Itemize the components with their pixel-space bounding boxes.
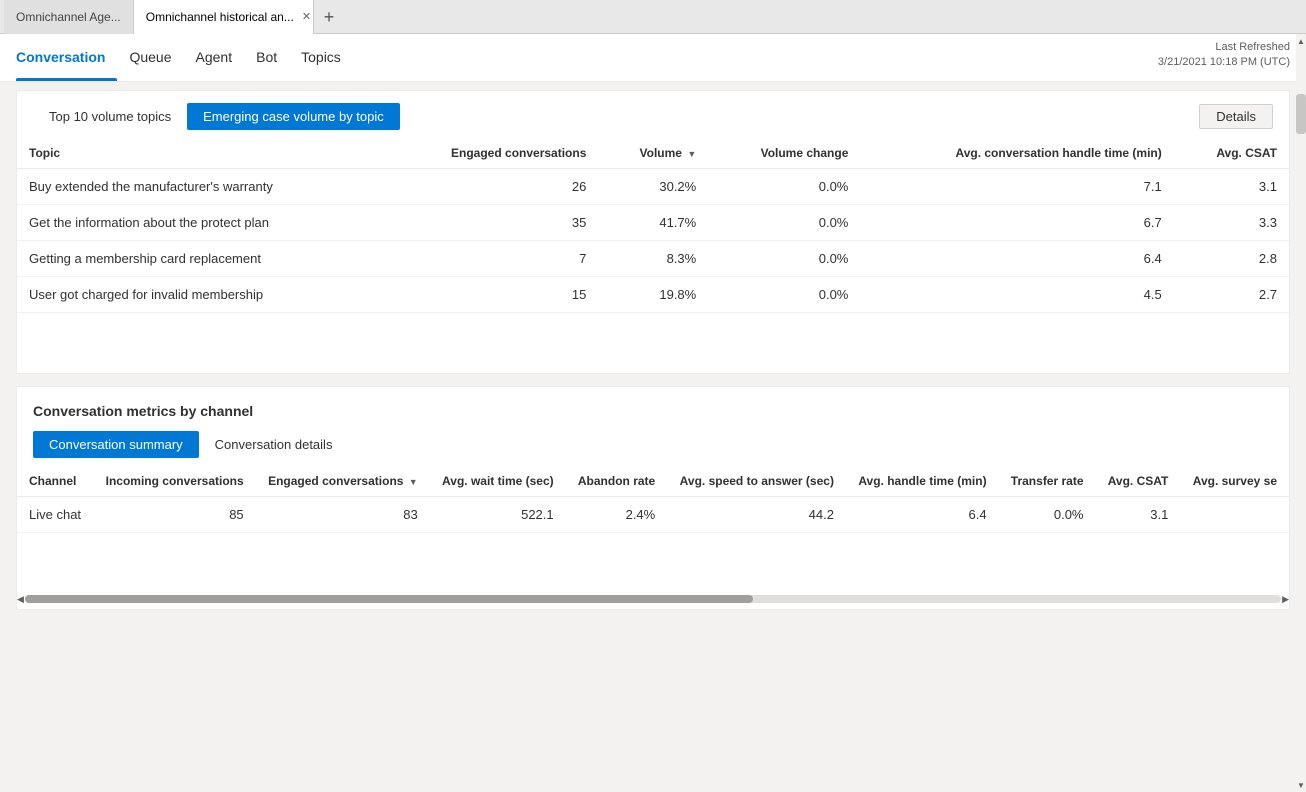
cell-engaged: 83 xyxy=(256,497,430,533)
cell-csat: 3.1 xyxy=(1096,497,1181,533)
main-area: Top 10 volume topics Emerging case volum… xyxy=(0,82,1306,792)
col-topic: Topic xyxy=(17,138,382,169)
cell-volume-change: 0.0% xyxy=(708,241,860,277)
mcol-speed: Avg. speed to answer (sec) xyxy=(667,466,846,497)
metrics-section-header: Conversation metrics by channel xyxy=(17,387,1289,423)
scroll-down-arrow[interactable]: ▼ xyxy=(1296,778,1306,792)
cell-volume-change: 0.0% xyxy=(708,205,860,241)
cell-handle: 6.4 xyxy=(846,497,999,533)
cell-engaged: 15 xyxy=(382,277,599,313)
right-scrollbar[interactable]: ▲ ▼ xyxy=(1296,34,1306,792)
cell-avg-handle: 4.5 xyxy=(860,277,1173,313)
cell-topic: Get the information about the protect pl… xyxy=(17,205,382,241)
last-refreshed-label: Last Refreshed xyxy=(1158,40,1290,55)
cell-avg-wait: 522.1 xyxy=(430,497,566,533)
browser-tabs: Omnichannel Age... Omnichannel historica… xyxy=(0,0,1306,34)
cell-avg-handle: 6.7 xyxy=(860,205,1173,241)
cell-survey xyxy=(1180,497,1289,533)
col-engaged: Engaged conversations xyxy=(382,138,599,169)
table-row: Getting a membership card replacement 7 … xyxy=(17,241,1289,277)
nav-item-bot[interactable]: Bot xyxy=(244,33,289,81)
details-button[interactable]: Details xyxy=(1199,104,1273,129)
mcol-incoming: Incoming conversations xyxy=(93,466,255,497)
scroll-left-arrow[interactable]: ◀ xyxy=(17,593,24,605)
nav-item-conversation[interactable]: Conversation xyxy=(16,33,117,81)
col-avg-handle: Avg. conversation handle time (min) xyxy=(860,138,1173,169)
table-row: User got charged for invalid membership … xyxy=(17,277,1289,313)
cell-transfer: 0.0% xyxy=(999,497,1096,533)
cell-engaged: 7 xyxy=(382,241,599,277)
cell-volume: 30.2% xyxy=(598,169,708,205)
engaged-sort-icon: ▼ xyxy=(409,477,418,487)
cell-avg-csat: 2.8 xyxy=(1174,241,1289,277)
last-refreshed: Last Refreshed 3/21/2021 10:18 PM (UTC) xyxy=(1158,40,1290,71)
cell-avg-handle: 6.4 xyxy=(860,241,1173,277)
page-wrapper: Omnichannel Age... Omnichannel historica… xyxy=(0,0,1306,792)
table-row: Buy extended the manufacturer's warranty… xyxy=(17,169,1289,205)
cell-volume: 19.8% xyxy=(598,277,708,313)
scroll-up-arrow[interactable]: ▲ xyxy=(1296,34,1306,48)
bottom-scrollbar-container[interactable]: ◀ ▶ xyxy=(17,593,1289,605)
cell-topic: Getting a membership card replacement xyxy=(17,241,382,277)
scroll-thumb[interactable] xyxy=(1296,94,1306,134)
nav-item-queue[interactable]: Queue xyxy=(117,33,183,81)
tab-emerging[interactable]: Emerging case volume by topic xyxy=(187,103,400,130)
tab-details[interactable]: Conversation details xyxy=(199,431,349,458)
mcol-abandon: Abandon rate xyxy=(566,466,668,497)
table-row: Get the information about the protect pl… xyxy=(17,205,1289,241)
cell-volume-change: 0.0% xyxy=(708,277,860,313)
tab-label-2: Omnichannel historical an... xyxy=(146,10,294,24)
tab-summary[interactable]: Conversation summary xyxy=(33,431,199,458)
browser-tab-1[interactable]: Omnichannel Age... xyxy=(4,0,134,34)
topics-card-tabs: Top 10 volume topics Emerging case volum… xyxy=(17,91,1289,138)
mcol-avg-wait: Avg. wait time (sec) xyxy=(430,466,566,497)
col-volume-change: Volume change xyxy=(708,138,860,169)
metrics-card-tabs: Conversation summary Conversation detail… xyxy=(17,423,1289,466)
topics-table: Topic Engaged conversations Volume ▼ Vol… xyxy=(17,138,1289,313)
cell-channel: Live chat xyxy=(17,497,93,533)
cell-engaged: 35 xyxy=(382,205,599,241)
cell-incoming: 85 xyxy=(93,497,255,533)
metrics-card: Conversation metrics by channel Conversa… xyxy=(16,386,1290,610)
cell-volume: 8.3% xyxy=(598,241,708,277)
last-refreshed-value: 3/21/2021 10:18 PM (UTC) xyxy=(1158,55,1290,70)
mcol-handle: Avg. handle time (min) xyxy=(846,466,999,497)
mcol-csat: Avg. CSAT xyxy=(1096,466,1181,497)
nav-item-topics[interactable]: Topics xyxy=(289,33,353,81)
tab-label-1: Omnichannel Age... xyxy=(16,10,121,24)
cell-volume-change: 0.0% xyxy=(708,169,860,205)
metrics-table: Channel Incoming conversations Engaged c… xyxy=(17,466,1289,533)
mcol-transfer: Transfer rate xyxy=(999,466,1096,497)
cell-topic: Buy extended the manufacturer's warranty xyxy=(17,169,382,205)
cell-speed: 44.2 xyxy=(667,497,846,533)
cell-avg-handle: 7.1 xyxy=(860,169,1173,205)
scroll-right-arrow[interactable]: ▶ xyxy=(1282,593,1289,605)
cell-avg-csat: 3.1 xyxy=(1174,169,1289,205)
tab-close-icon[interactable]: ✕ xyxy=(302,10,311,23)
cell-abandon: 2.4% xyxy=(566,497,668,533)
mcol-engaged[interactable]: Engaged conversations ▼ xyxy=(256,466,430,497)
col-volume[interactable]: Volume ▼ xyxy=(598,138,708,169)
cell-volume: 41.7% xyxy=(598,205,708,241)
volume-sort-icon: ▼ xyxy=(687,149,696,159)
cell-avg-csat: 2.7 xyxy=(1174,277,1289,313)
tab-add-button[interactable]: + xyxy=(314,0,345,34)
topics-card: Top 10 volume topics Emerging case volum… xyxy=(16,90,1290,374)
table-row: Live chat 85 83 522.1 2.4% 44.2 6.4 0.0%… xyxy=(17,497,1289,533)
tab-top10[interactable]: Top 10 volume topics xyxy=(33,103,187,130)
cell-topic: User got charged for invalid membership xyxy=(17,277,382,313)
nav-item-agent[interactable]: Agent xyxy=(184,33,245,81)
cell-engaged: 26 xyxy=(382,169,599,205)
browser-tab-2[interactable]: Omnichannel historical an... ✕ xyxy=(134,0,314,34)
top-nav: Conversation Queue Agent Bot Topics Last… xyxy=(0,34,1306,82)
cell-avg-csat: 3.3 xyxy=(1174,205,1289,241)
mcol-survey: Avg. survey se xyxy=(1180,466,1289,497)
col-avg-csat: Avg. CSAT xyxy=(1174,138,1289,169)
mcol-channel: Channel xyxy=(17,466,93,497)
